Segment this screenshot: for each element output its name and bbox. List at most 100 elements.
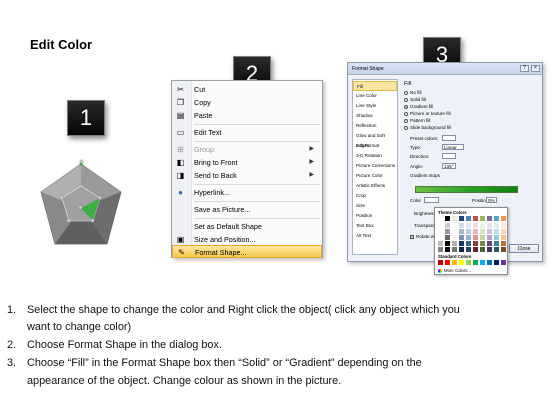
nav-item-size[interactable]: Size — [353, 201, 397, 211]
menu-item-bring-to-front[interactable]: ◧ Bring to Front ▶ — [172, 156, 322, 169]
color-swatch[interactable] — [494, 216, 499, 221]
color-swatch[interactable] — [459, 223, 464, 228]
color-swatch[interactable] — [501, 223, 506, 228]
color-swatch[interactable] — [466, 223, 471, 228]
color-swatch[interactable] — [494, 229, 499, 234]
nav-item-text-box[interactable]: Text Box — [353, 221, 397, 231]
menu-item-group[interactable]: ⊞ Group ▶ — [172, 143, 322, 156]
color-swatch[interactable] — [438, 223, 443, 228]
color-swatch[interactable] — [445, 223, 450, 228]
color-swatch[interactable] — [452, 229, 457, 234]
nav-item-artistic-effects[interactable]: Artistic Effects — [353, 181, 397, 191]
menu-item-paste[interactable]: ▤ Paste — [172, 109, 322, 122]
color-swatch[interactable] — [494, 235, 499, 240]
direction-dropdown[interactable] — [442, 153, 456, 159]
nav-item-shadow[interactable]: Shadow — [353, 111, 397, 121]
menu-item-hyperlink[interactable]: ● Hyperlink... — [172, 186, 322, 199]
color-swatch[interactable] — [501, 216, 506, 221]
color-swatch[interactable] — [501, 229, 506, 234]
color-swatch[interactable] — [466, 216, 471, 221]
color-swatch[interactable] — [459, 260, 464, 265]
nav-item-crop[interactable]: Crop — [353, 191, 397, 201]
color-swatch[interactable] — [466, 247, 471, 252]
color-swatch[interactable] — [459, 235, 464, 240]
nav-item-picture-corrections[interactable]: Picture Corrections — [353, 161, 397, 171]
color-swatch[interactable] — [473, 260, 478, 265]
menu-item-format-shape[interactable]: ✎ Format Shape... — [172, 245, 322, 258]
color-swatch[interactable] — [445, 229, 450, 234]
color-swatch[interactable] — [466, 235, 471, 240]
color-swatch[interactable] — [452, 223, 457, 228]
fill-option-gradient[interactable]: Gradient fill — [404, 104, 433, 109]
color-swatch[interactable] — [445, 260, 450, 265]
nav-item-picture-color[interactable]: Picture Color — [353, 171, 397, 181]
color-swatch[interactable] — [473, 241, 478, 246]
color-swatch[interactable] — [459, 216, 464, 221]
pentagon-shape[interactable] — [37, 158, 125, 258]
color-swatch[interactable] — [459, 229, 464, 234]
nav-item-line-style[interactable]: Line Style — [353, 101, 397, 111]
nav-item-reflection[interactable]: Reflection — [353, 121, 397, 131]
fill-option-none[interactable]: No fill — [404, 90, 422, 95]
color-swatch[interactable] — [480, 241, 485, 246]
color-swatch[interactable] — [466, 260, 471, 265]
color-swatch[interactable] — [452, 247, 457, 252]
color-swatch[interactable] — [494, 241, 499, 246]
color-swatch[interactable] — [452, 260, 457, 265]
color-swatch[interactable] — [473, 216, 478, 221]
menu-item-save-as-picture[interactable]: Save as Picture... — [172, 203, 322, 216]
menu-item-edit-text[interactable]: ▭ Edit Text — [172, 126, 322, 139]
color-swatch[interactable] — [466, 241, 471, 246]
nav-item-glow[interactable]: Glow and Soft Edges — [353, 131, 397, 148]
color-swatch[interactable] — [494, 260, 499, 265]
gradient-stops-bar[interactable] — [415, 186, 518, 193]
nav-item-line-color[interactable]: Line Color — [353, 91, 397, 101]
type-dropdown[interactable]: Linear — [442, 144, 464, 150]
color-swatch[interactable] — [480, 260, 485, 265]
color-swatch[interactable] — [480, 216, 485, 221]
color-swatch[interactable] — [501, 260, 506, 265]
menu-item-copy[interactable]: ❐ Copy — [172, 96, 322, 109]
preset-colors-dropdown[interactable] — [442, 135, 456, 141]
color-swatch[interactable] — [501, 235, 506, 240]
color-swatch[interactable] — [480, 223, 485, 228]
color-swatch[interactable] — [459, 247, 464, 252]
color-swatch[interactable] — [487, 223, 492, 228]
color-swatch[interactable] — [438, 235, 443, 240]
nav-item-alt-text[interactable]: Alt Text — [353, 231, 397, 241]
close-icon[interactable]: × — [531, 65, 540, 72]
color-swatch[interactable] — [452, 216, 457, 221]
nav-item-fill[interactable]: Fill — [353, 81, 397, 91]
color-swatch[interactable] — [452, 235, 457, 240]
color-swatch[interactable] — [487, 216, 492, 221]
stop-position-input[interactable]: 0% — [486, 197, 497, 203]
color-swatch[interactable] — [438, 247, 443, 252]
menu-item-cut[interactable]: ✂ Cut — [172, 83, 322, 96]
color-swatch[interactable] — [487, 229, 492, 234]
color-swatch[interactable] — [445, 241, 450, 246]
color-swatch[interactable] — [487, 241, 492, 246]
fill-option-picture[interactable]: Picture or texture fill — [404, 111, 451, 116]
angle-input[interactable]: 135° — [442, 163, 456, 169]
fill-option-solid[interactable]: Solid fill — [404, 97, 426, 102]
color-swatch[interactable] — [438, 241, 443, 246]
color-swatch[interactable] — [438, 260, 443, 265]
color-swatch[interactable] — [480, 235, 485, 240]
stop-color-button[interactable] — [424, 197, 439, 203]
color-swatch[interactable] — [494, 247, 499, 252]
more-colors-link[interactable]: More Colors... — [438, 268, 471, 273]
color-swatch[interactable] — [452, 241, 457, 246]
color-swatch[interactable] — [501, 247, 506, 252]
color-swatch[interactable] — [445, 247, 450, 252]
menu-item-set-default-shape[interactable]: Set as Default Shape — [172, 220, 322, 233]
color-swatch[interactable] — [480, 247, 485, 252]
color-swatch[interactable] — [473, 235, 478, 240]
rotate-with-shape-checkbox[interactable]: ✓ Rotate w — [410, 234, 434, 239]
fill-option-pattern[interactable]: Pattern fill — [404, 118, 430, 123]
color-swatch[interactable] — [487, 247, 492, 252]
color-swatch[interactable] — [480, 229, 485, 234]
color-swatch[interactable] — [459, 241, 464, 246]
color-swatch[interactable] — [473, 247, 478, 252]
color-swatch[interactable] — [445, 216, 450, 221]
nav-item-position[interactable]: Position — [353, 211, 397, 221]
